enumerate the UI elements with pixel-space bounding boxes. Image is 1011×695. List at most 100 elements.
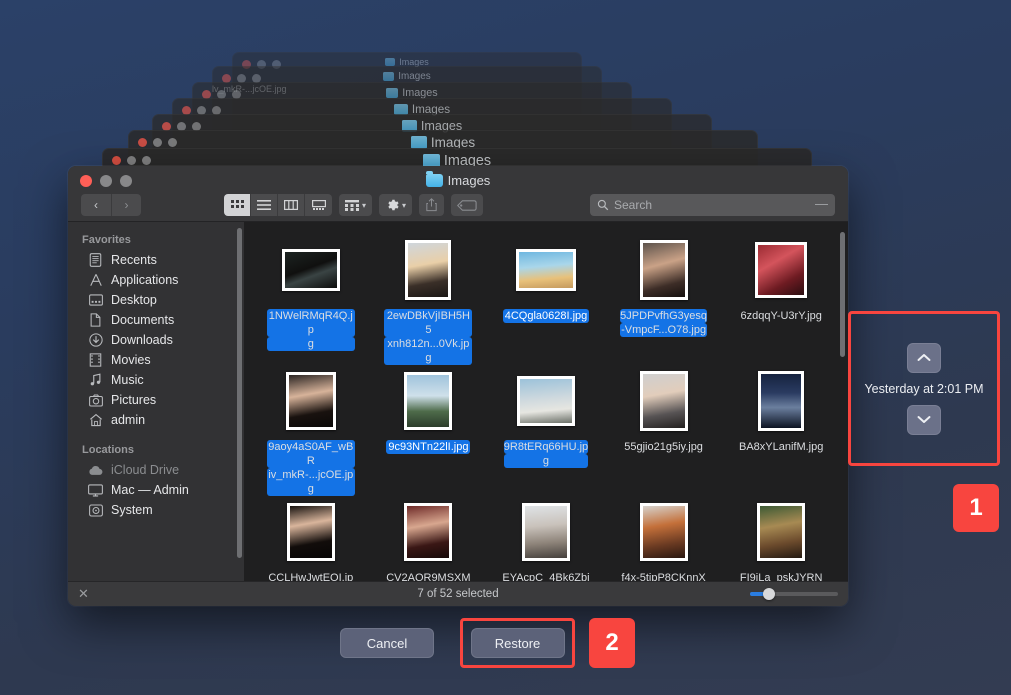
content-scrollbar[interactable]: [840, 232, 845, 357]
file-thumbnail[interactable]: [287, 503, 335, 561]
file-thumbnail[interactable]: [517, 376, 575, 426]
file-thumbnail[interactable]: [757, 503, 805, 561]
file-item[interactable]: FI9jLa_pskJYRNOFSKsW4...-Bo.jpg: [722, 496, 840, 581]
file-thumbnail[interactable]: [758, 371, 804, 431]
file-thumbnail-box[interactable]: [487, 365, 605, 437]
file-thumbnail-box[interactable]: [605, 234, 723, 306]
file-thumbnail-box[interactable]: [252, 496, 370, 568]
file-item[interactable]: CV2AQR9MSXMsvWa1QJ...lDck.jpg: [370, 496, 488, 581]
file-thumbnail[interactable]: [405, 240, 451, 300]
sidebar-item-pictures[interactable]: Pictures: [68, 390, 244, 410]
sidebar-item-applications[interactable]: Applications: [68, 270, 244, 290]
file-thumbnail[interactable]: [286, 372, 336, 430]
file-thumbnail-box[interactable]: [722, 234, 840, 306]
cancel-button[interactable]: Cancel: [340, 628, 434, 658]
sidebar-item-movies[interactable]: Movies: [68, 350, 244, 370]
arrange-button[interactable]: ▾: [339, 194, 372, 216]
file-item[interactable]: 2ewDBkVjIBH5H5xnh812n...0Vk.jpg: [370, 234, 488, 365]
sidebar-item-system[interactable]: System: [68, 500, 244, 520]
file-item[interactable]: 9c93NTn22lI.jpg: [370, 365, 488, 496]
sidebar-item-admin[interactable]: admin: [68, 410, 244, 430]
file-item[interactable]: 6zdqqY-U3rY.jpg: [722, 234, 840, 365]
file-thumbnail-box[interactable]: [605, 496, 723, 568]
search-field[interactable]: Search: [590, 194, 835, 216]
file-thumbnail[interactable]: [282, 249, 340, 291]
file-item[interactable]: f4x-5tjpP8CKnnXVm7lwF...f9Tdl.jpg: [605, 496, 723, 581]
file-label-line1: FI9jLa_pskJYRNO: [737, 571, 825, 581]
file-item[interactable]: CCLHwJwtEOI.jpg: [252, 496, 370, 581]
forward-button[interactable]: ›: [111, 194, 141, 216]
slider-knob[interactable]: [763, 588, 775, 600]
file-label[interactable]: 6zdqqY-U3rY.jpg: [739, 309, 824, 323]
back-button[interactable]: ‹: [81, 194, 111, 216]
file-thumbnail-box[interactable]: [722, 365, 840, 437]
file-label[interactable]: 55gjio21g5iy.jpg: [622, 440, 705, 454]
file-thumbnail-box[interactable]: [252, 365, 370, 437]
file-label[interactable]: EYAcpC_4Bk6ZbilnMK_3-...BL00.jpg: [500, 571, 592, 581]
movies-icon: [88, 353, 103, 367]
file-item[interactable]: EYAcpC_4Bk6ZbilnMK_3-...BL00.jpg: [487, 496, 605, 581]
file-thumbnail[interactable]: [404, 372, 452, 430]
sidebar-item-mac-admin[interactable]: Mac — Admin: [68, 480, 244, 500]
file-label[interactable]: CV2AQR9MSXMsvWa1QJ...lDck.jpg: [382, 571, 474, 581]
sidebar-item-downloads[interactable]: Downloads: [68, 330, 244, 350]
file-thumbnail-box[interactable]: [722, 496, 840, 568]
file-grid-area[interactable]: 1NWelRMqR4Q.jpg 2ewDBkVjIBH5H5xnh812n...0…: [244, 222, 848, 581]
restore-button[interactable]: Restore: [471, 628, 565, 658]
file-thumbnail[interactable]: [640, 240, 688, 300]
desktop-icon: [88, 293, 103, 307]
file-thumbnail-box[interactable]: [370, 365, 488, 437]
file-thumbnail-box[interactable]: [487, 496, 605, 568]
file-thumbnail[interactable]: [522, 503, 570, 561]
sidebar-item-documents[interactable]: Documents: [68, 310, 244, 330]
sidebar-item-recents[interactable]: Recents: [68, 250, 244, 270]
list-view-button[interactable]: [251, 194, 278, 216]
file-label[interactable]: 2ewDBkVjIBH5H5xnh812n...0Vk.jpg: [382, 309, 474, 365]
sidebar-item-desktop[interactable]: Desktop: [68, 290, 244, 310]
share-button[interactable]: [419, 194, 444, 216]
file-item[interactable]: 4CQgla0628I.jpg: [487, 234, 605, 365]
file-thumbnail-box[interactable]: [370, 234, 488, 306]
sidebar-item-music[interactable]: Music: [68, 370, 244, 390]
sidebar-scrollbar[interactable]: [237, 228, 242, 558]
file-label[interactable]: 9c93NTn22lI.jpg: [386, 440, 470, 454]
file-thumbnail[interactable]: [404, 503, 452, 561]
thumbnail-size-slider[interactable]: [750, 592, 838, 596]
file-label[interactable]: FI9jLa_pskJYRNOFSKsW4...-Bo.jpg: [735, 571, 827, 581]
file-label[interactable]: 9R8tERq66HU.jpg: [502, 440, 590, 468]
column-view-button[interactable]: [278, 194, 305, 216]
file-thumbnail[interactable]: [516, 249, 576, 291]
file-label[interactable]: 1NWelRMqR4Q.jpg: [265, 309, 357, 351]
file-label[interactable]: 5JPDPvfhG3yesq-VmpcF...O78.jpg: [618, 309, 709, 337]
file-thumbnail-box[interactable]: [487, 234, 605, 306]
file-thumbnail-box[interactable]: [605, 365, 723, 437]
sidebar-item-icloud-drive[interactable]: iCloud Drive: [68, 460, 244, 480]
file-thumbnail[interactable]: [755, 242, 807, 298]
file-label[interactable]: f4x-5tjpP8CKnnXVm7lwF...f9Tdl.jpg: [618, 571, 710, 581]
file-item[interactable]: 9aoy4aS0AF_wBRiv_mkR-...jcOE.jpg: [252, 365, 370, 496]
file-thumbnail-box[interactable]: [370, 496, 488, 568]
file-item[interactable]: 9R8tERq66HU.jpg: [487, 365, 605, 496]
file-item[interactable]: 55gjio21g5iy.jpg: [605, 365, 723, 496]
timeline-down-button[interactable]: [907, 405, 941, 435]
icon-view-button[interactable]: [224, 194, 251, 216]
file-label-line2: g: [267, 337, 355, 351]
file-label[interactable]: BA8xYLanifM.jpg: [737, 440, 825, 454]
timeline-up-button[interactable]: [907, 343, 941, 373]
file-item[interactable]: BA8xYLanifM.jpg: [722, 365, 840, 496]
chevron-down-icon: ▾: [402, 201, 406, 210]
file-thumbnail-box[interactable]: [252, 234, 370, 306]
view-mode-segmented-control[interactable]: [224, 194, 332, 216]
gallery-view-button[interactable]: [305, 194, 332, 216]
file-label[interactable]: 4CQgla0628I.jpg: [503, 309, 590, 323]
file-label[interactable]: 9aoy4aS0AF_wBRiv_mkR-...jcOE.jpg: [265, 440, 357, 496]
file-item[interactable]: 1NWelRMqR4Q.jpg: [252, 234, 370, 365]
file-item[interactable]: 5JPDPvfhG3yesq-VmpcF...O78.jpg: [605, 234, 723, 365]
tag-button[interactable]: [451, 194, 483, 216]
file-label[interactable]: CCLHwJwtEOI.jpg: [265, 571, 357, 581]
stacked-window-title: Images: [213, 71, 601, 82]
file-thumbnail[interactable]: [640, 503, 688, 561]
file-label-line1: 1NWelRMqR4Q.jp: [267, 309, 355, 337]
action-menu-button[interactable]: ▾: [379, 194, 412, 216]
file-thumbnail[interactable]: [640, 371, 688, 431]
